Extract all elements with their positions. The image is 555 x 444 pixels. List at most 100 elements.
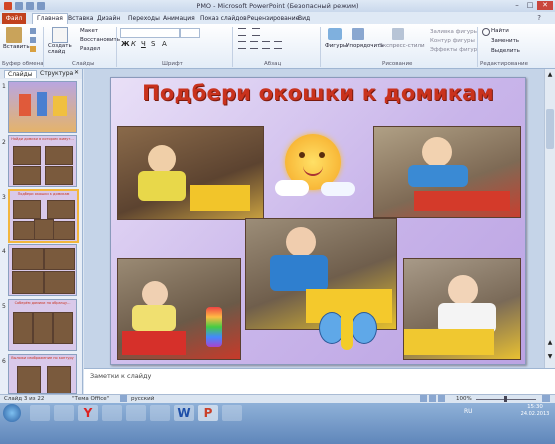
tab-review[interactable]: Рецензирование xyxy=(247,15,299,22)
next-slide-icon[interactable]: ▼ xyxy=(546,353,554,361)
new-slide-icon[interactable] xyxy=(52,27,68,43)
new-slide-button[interactable]: Создать слайд xyxy=(48,43,72,55)
spellcheck-icon[interactable] xyxy=(120,395,127,402)
taskbar-app-icon[interactable] xyxy=(126,405,146,421)
font-color-icon[interactable]: A xyxy=(162,40,167,48)
input-language[interactable]: RU xyxy=(464,408,473,415)
photo-child-puzzle-5[interactable] xyxy=(403,258,521,360)
slide-thumbnail[interactable]: Найди домики в котором живут... xyxy=(8,135,77,187)
ribbon-separator xyxy=(320,27,321,67)
bold-icon[interactable]: Ж xyxy=(121,40,130,48)
taskbar-explorer-icon[interactable] xyxy=(30,405,50,421)
clock-time[interactable]: 15:30 xyxy=(520,404,550,410)
shapes-button[interactable]: Фигуры xyxy=(325,43,347,49)
tab-slides[interactable]: Слайды xyxy=(4,70,37,78)
clock-date[interactable]: 24.02.2013 xyxy=(516,411,554,417)
align-right-icon[interactable] xyxy=(262,41,270,49)
font-name-select[interactable] xyxy=(120,28,180,38)
italic-icon[interactable]: К xyxy=(131,40,136,48)
paste-button[interactable]: Вставить xyxy=(3,44,30,50)
slide-thumbnail[interactable]: Соберём домики по образцу... xyxy=(8,299,77,351)
taskbar-app-icon[interactable] xyxy=(102,405,122,421)
start-button-icon[interactable] xyxy=(3,404,21,422)
windows-taskbar: Y W P RU 15:30 24.02.2013 xyxy=(0,403,555,444)
normal-view-icon[interactable] xyxy=(420,395,427,402)
cloud-left xyxy=(275,180,309,196)
underline-icon[interactable]: Ч xyxy=(141,40,146,48)
numbering-icon[interactable] xyxy=(252,28,260,36)
replace-button[interactable]: Заменить xyxy=(491,38,519,44)
copy-icon[interactable] xyxy=(30,37,36,43)
tab-file[interactable]: Файл xyxy=(2,13,26,24)
language-indicator[interactable]: русский xyxy=(131,396,154,402)
sorter-view-icon[interactable] xyxy=(429,395,436,402)
shape-fill-button[interactable]: Заливка фигуры xyxy=(430,29,478,35)
reading-view-icon[interactable] xyxy=(438,395,445,402)
thumb-photo xyxy=(13,312,33,344)
tab-slideshow[interactable]: Показ слайдов xyxy=(200,15,247,22)
thumbnail-number: 5 xyxy=(2,303,6,310)
close-pane-icon[interactable]: ✕ xyxy=(74,69,79,76)
taskbar-app-icon[interactable] xyxy=(150,405,170,421)
paste-icon[interactable] xyxy=(6,27,22,43)
tab-outline[interactable]: Структура xyxy=(40,70,73,77)
maximize-icon[interactable]: □ xyxy=(524,1,536,10)
notes-placeholder[interactable]: Заметки к слайду xyxy=(90,372,151,380)
justify-icon[interactable] xyxy=(274,41,282,49)
find-button[interactable]: Найти xyxy=(491,28,509,34)
font-size-select[interactable] xyxy=(180,28,200,38)
thumb-photo xyxy=(47,366,71,393)
photo-child-puzzle-1[interactable] xyxy=(117,126,264,220)
align-center-icon[interactable] xyxy=(250,41,258,49)
quick-styles-button[interactable]: Экспресс-стили xyxy=(379,43,425,49)
shapes-icon[interactable] xyxy=(328,28,342,40)
zoom-level[interactable]: 100% xyxy=(456,396,472,402)
fit-to-window-icon[interactable] xyxy=(542,395,550,402)
scroll-thumb[interactable] xyxy=(546,109,554,149)
shape-effects-button[interactable]: Эффекты фигур xyxy=(430,47,477,53)
scroll-up-icon[interactable]: ▲ xyxy=(546,71,554,79)
slide-thumbnail[interactable]: Выложи изображение по контуру xyxy=(8,354,77,394)
slide-thumbnail[interactable] xyxy=(8,81,77,133)
taskbar-yandex-icon[interactable]: Y xyxy=(78,405,98,421)
help-icon[interactable]: ? xyxy=(537,14,541,22)
section-button[interactable]: Раздел xyxy=(80,46,100,52)
tab-insert[interactable]: Вставка xyxy=(68,15,93,22)
close-icon[interactable]: ✕ xyxy=(537,1,553,10)
butterfly-wing xyxy=(351,312,377,344)
shape-outline-button[interactable]: Контур фигуры xyxy=(430,38,475,44)
tab-animation[interactable]: Анимация xyxy=(163,15,195,22)
bullets-icon[interactable] xyxy=(238,28,246,36)
strikethrough-icon[interactable]: S xyxy=(151,40,155,48)
previous-slide-icon[interactable]: ▲ xyxy=(546,339,554,347)
slide-thumbnail[interactable] xyxy=(8,244,77,296)
slide-title[interactable]: Подбери окошки к домикам xyxy=(111,81,525,105)
align-left-icon[interactable] xyxy=(238,41,246,49)
format-painter-icon[interactable] xyxy=(30,46,36,52)
current-slide[interactable]: Подбери окошки к домикам xyxy=(110,77,526,365)
thumb-photo xyxy=(45,166,73,185)
zoom-slider-thumb[interactable] xyxy=(504,396,507,402)
tab-view[interactable]: Вид xyxy=(298,15,310,22)
taskbar-app-icon[interactable] xyxy=(222,405,242,421)
arrange-button[interactable]: Упорядочить xyxy=(346,43,384,49)
select-button[interactable]: Выделить xyxy=(491,48,520,54)
arrange-icon[interactable] xyxy=(352,28,364,40)
slide-thumbnail-selected[interactable]: Подбери окошки к домикам xyxy=(8,189,79,243)
tab-transitions[interactable]: Переходы xyxy=(128,15,160,22)
minimize-icon[interactable]: – xyxy=(511,1,523,10)
vertical-scrollbar[interactable]: ▲ ▲ ▼ xyxy=(544,69,555,368)
cut-icon[interactable] xyxy=(30,28,36,34)
notes-pane[interactable]: Заметки к слайду xyxy=(84,368,555,395)
taskbar-word-icon[interactable]: W xyxy=(174,405,194,421)
tab-design[interactable]: Дизайн xyxy=(97,15,120,22)
reset-button[interactable]: Восстановить xyxy=(80,37,120,43)
photo-child-puzzle-2[interactable] xyxy=(373,126,521,218)
quick-styles-icon[interactable] xyxy=(392,28,404,40)
taskbar-powerpoint-icon[interactable]: P xyxy=(198,405,218,421)
find-icon[interactable] xyxy=(482,28,490,36)
photo-child-puzzle-4[interactable] xyxy=(117,258,241,360)
thumb-shape xyxy=(53,96,67,116)
layout-button[interactable]: Макет xyxy=(80,28,98,34)
taskbar-media-icon[interactable] xyxy=(54,405,74,421)
